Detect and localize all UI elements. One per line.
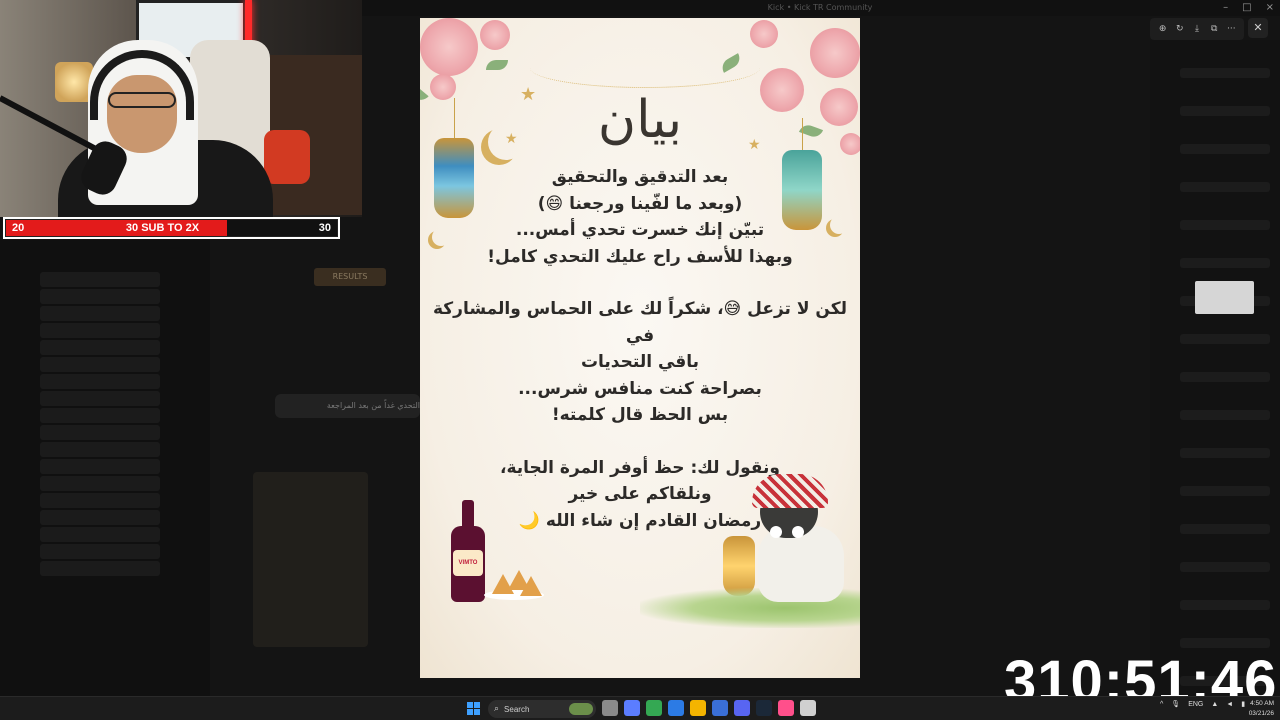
poster-line: بصراحة كنت منافس شرس... <box>518 378 762 399</box>
taskbar: ⌕ Search ^ 🎙 ENG ▲ ◄ ▮ 4:50 AM 03/21/26 <box>0 696 1280 720</box>
download-icon[interactable]: ⤓ <box>1191 24 1203 34</box>
background-chat-message: التحدي غداً من بعد المراجعة <box>275 394 420 418</box>
search-icon: ⌕ <box>494 704 500 714</box>
sidebar-item[interactable] <box>40 289 160 304</box>
announcement-poster: ★ ★ ★ بيان بعد التدقيق والتحقيق (وبعد ما … <box>420 18 860 678</box>
sub-goal-label: 30 SUB TO 2X <box>125 222 200 234</box>
taskbar-app-icon[interactable] <box>800 700 816 716</box>
tray-overflow-chevron-icon[interactable]: ^ <box>1160 701 1163 708</box>
background-window-controls[interactable]: – □ × <box>1223 2 1274 13</box>
background-results-banner: RESULTS <box>314 268 386 286</box>
webcam-pillow <box>264 130 310 184</box>
background-member-list <box>1150 40 1280 720</box>
microphone-icon[interactable]: 🎙 <box>1171 700 1180 708</box>
sheep-character <box>744 466 852 602</box>
taskbar-app-icon[interactable] <box>624 700 640 716</box>
background-popup-card <box>1195 281 1254 314</box>
sidebar-item[interactable] <box>40 306 160 321</box>
poster-line: تبيّن إنك خسرت تحدي أمس... <box>515 220 765 240</box>
poster-title: بيان <box>597 90 683 150</box>
sub-goal-target: 30 <box>318 222 331 234</box>
samosa-icon <box>520 576 542 596</box>
background-sidebar <box>0 240 210 696</box>
taskbar-app-icon[interactable] <box>690 700 706 716</box>
sidebar-item[interactable] <box>40 493 160 508</box>
sidebar-item[interactable] <box>40 527 160 542</box>
taskbar-app-icon[interactable] <box>734 700 750 716</box>
vimto-bottle-label: VIMTO <box>453 550 483 576</box>
taskbar-app-icon[interactable] <box>602 700 618 716</box>
minimize-icon[interactable]: – <box>1223 2 1228 13</box>
taskbar-app-icon[interactable] <box>668 700 684 716</box>
taskbar-app-icon[interactable] <box>756 700 772 716</box>
poster-spacer <box>420 270 860 296</box>
open-external-icon[interactable]: ⧉ <box>1208 24 1220 34</box>
vimto-bottle: VIMTO <box>451 500 485 602</box>
image-viewer-toolbar: ⊕ ↻ ⤓ ⧉ ··· <box>1150 18 1244 40</box>
sidebar-item[interactable] <box>40 408 160 423</box>
sidebar-item[interactable] <box>40 272 160 287</box>
close-icon[interactable]: × <box>1266 2 1274 13</box>
language-indicator[interactable]: ENG <box>1188 701 1203 708</box>
poster-line: بس الحظ قال كلمته! <box>551 405 729 425</box>
taskbar-pinned-apps <box>602 700 816 716</box>
windows-start-icon[interactable] <box>467 702 481 716</box>
sidebar-item[interactable] <box>40 476 160 491</box>
sidebar-item[interactable] <box>40 425 160 440</box>
taskbar-search-placeholder: Search <box>504 704 530 714</box>
poster-spacer <box>420 429 860 455</box>
webcam-overlay <box>0 0 362 217</box>
taskbar-app-icon[interactable] <box>646 700 662 716</box>
sidebar-item[interactable] <box>40 510 160 525</box>
sidebar-item[interactable] <box>40 459 160 474</box>
sidebar-item[interactable] <box>40 561 160 576</box>
light-garland <box>530 48 760 88</box>
sidebar-item[interactable] <box>40 323 160 338</box>
taskbar-app-icon[interactable] <box>712 700 728 716</box>
taskbar-app-icon[interactable] <box>778 700 794 716</box>
sidebar-item[interactable] <box>40 374 160 389</box>
zoom-in-icon[interactable]: ⊕ <box>1157 24 1169 34</box>
sidebar-item[interactable] <box>40 391 160 406</box>
poster-line: باقي التحديات <box>580 352 700 372</box>
clock-date: 03/21/26 <box>1248 710 1274 717</box>
sheep-shemagh <box>752 474 828 508</box>
taskbar-clock[interactable]: 4:50 AM 03/21/26 <box>1240 699 1274 719</box>
poster-line: لكن لا تزعل 😅، شكراً لك على الحماس والمش… <box>432 299 847 346</box>
rotate-icon[interactable]: ↻ <box>1174 24 1186 34</box>
clock-time: 4:50 AM <box>1250 700 1274 707</box>
sub-goal-bar: 20 30 SUB TO 2X 30 <box>3 217 340 239</box>
background-window-title: Kick • Kick TR Community <box>360 0 1280 16</box>
poster-line: بعد التدقيق والتحقيق <box>551 167 729 187</box>
maximize-icon[interactable]: □ <box>1242 2 1251 13</box>
viewer-close-button[interactable]: ✕ <box>1248 18 1268 38</box>
background-image-thumbnail[interactable] <box>253 472 368 647</box>
poster-line: (وبعد ما لفّينا ورجعنا 😄) <box>537 193 743 214</box>
poster-line: وبهذا للأسف راح عليك التحدي كامل! <box>487 246 793 267</box>
volume-icon[interactable]: ◄ <box>1226 701 1233 708</box>
more-icon[interactable]: ··· <box>1225 24 1237 34</box>
wifi-icon[interactable]: ▲ <box>1211 701 1218 708</box>
sidebar-item[interactable] <box>40 340 160 355</box>
search-highlight-badge <box>569 703 593 715</box>
taskbar-search-box[interactable]: ⌕ Search <box>488 700 596 718</box>
sidebar-item[interactable] <box>40 442 160 457</box>
sidebar-item[interactable] <box>40 544 160 559</box>
system-tray: ^ 🎙 ENG ▲ ◄ ▮ <box>1160 700 1245 709</box>
sidebar-item[interactable] <box>40 357 160 372</box>
